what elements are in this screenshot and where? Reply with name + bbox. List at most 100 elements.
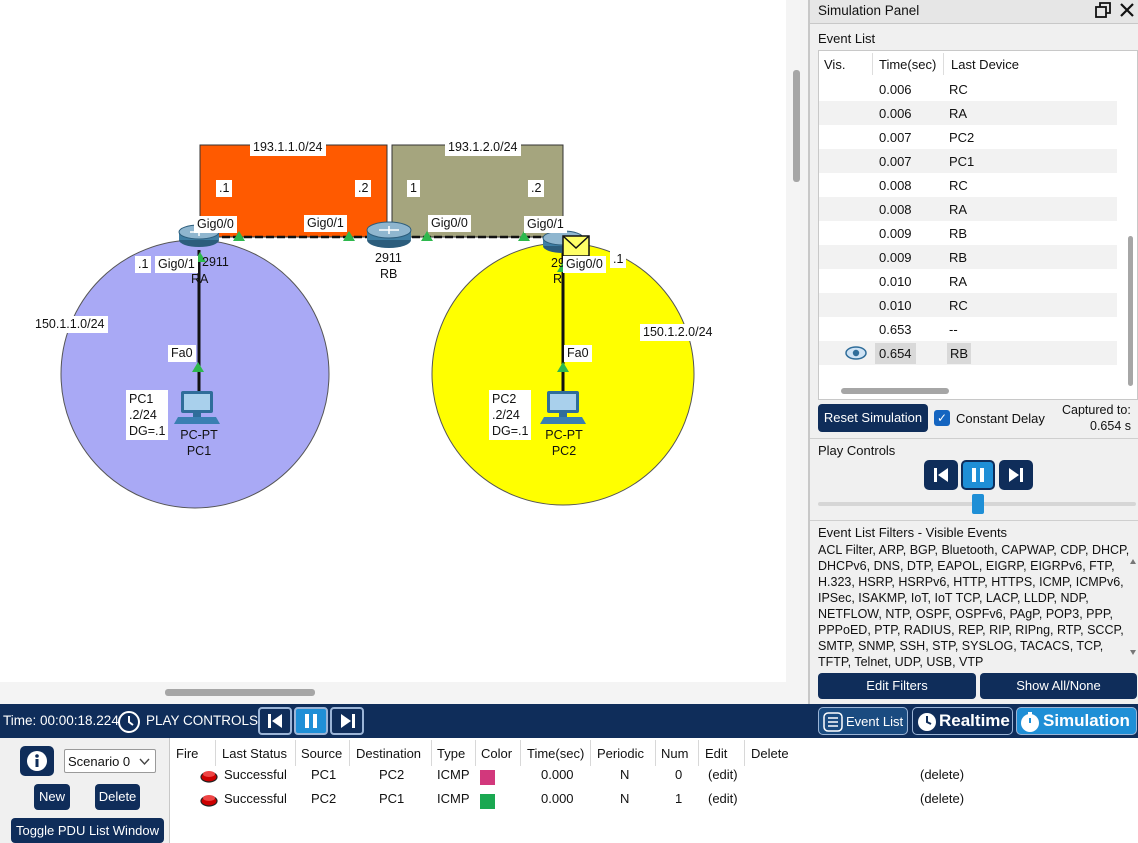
event-time: 0.010 <box>879 298 912 313</box>
wan2-network-label: 193.1.2.0/24 <box>445 139 521 156</box>
panel-title: Simulation Panel <box>818 3 920 18</box>
pc2-note-ip: .2/24 <box>492 408 520 422</box>
time-column-header[interactable]: Time(sec) <box>879 57 936 72</box>
realtime-mode-button[interactable]: Realtime <box>912 707 1013 735</box>
event-time: 0.010 <box>879 274 912 289</box>
workspace-vertical-scroll-thumb[interactable] <box>793 70 800 182</box>
pause-button[interactable] <box>961 460 995 490</box>
event-row[interactable]: 0.008 RC <box>819 173 1117 197</box>
event-list-toggle-button[interactable]: Event List <box>818 707 908 735</box>
event-list-table[interactable]: Vis. Time(sec) Last Device 0.006 RC 0.006 R… <box>818 50 1138 400</box>
pdu-color-swatch <box>480 770 495 785</box>
event-last-device: RC <box>949 298 968 313</box>
step-forward-icon <box>1009 468 1023 482</box>
fire-pdu-icon[interactable] <box>199 769 219 786</box>
event-list-hscroll-thumb[interactable] <box>841 388 949 394</box>
restore-window-icon[interactable] <box>1094 1 1112 24</box>
delete-scenario-button[interactable]: Delete <box>95 784 140 810</box>
simulation-mode-button[interactable]: Simulation <box>1016 707 1137 735</box>
pdu-col-num[interactable]: Num <box>661 746 688 761</box>
pc2-type-label: PC-PT <box>545 428 583 442</box>
scenario-select[interactable]: Scenario 0 <box>64 749 156 773</box>
workspace-horizontal-scrollbar[interactable] <box>0 682 786 704</box>
event-list-icon <box>823 712 843 732</box>
rb-name-label: RB <box>380 267 398 281</box>
pdu-col-fire[interactable]: Fire <box>176 746 198 761</box>
pc1-note: PC1 .2/24 DG=.1 <box>126 390 169 440</box>
step-back-button[interactable] <box>924 460 958 490</box>
pdu-col-periodic[interactable]: Periodic <box>597 746 644 761</box>
pdu-col-destination[interactable]: Destination <box>356 746 421 761</box>
reset-simulation-button[interactable]: Reset Simulation <box>818 404 928 432</box>
pdu-envelope-icon[interactable] <box>562 235 590 257</box>
pdu-delete-link[interactable]: (delete) <box>920 791 964 806</box>
vis-column-header[interactable]: Vis. <box>824 57 845 72</box>
ra-gig00-port-label: Gig0/0 <box>194 216 237 233</box>
pdu-col-color[interactable]: Color <box>481 746 512 761</box>
edit-filters-button[interactable]: Edit Filters <box>818 673 976 699</box>
event-row[interactable]: 0.653 -- <box>819 317 1117 341</box>
play-speed-slider-knob[interactable] <box>972 494 984 514</box>
step-forward-button[interactable] <box>999 460 1033 490</box>
pdu-col-delete[interactable]: Delete <box>751 746 789 761</box>
event-row[interactable]: 0.007 PC2 <box>819 125 1117 149</box>
topology-canvas[interactable] <box>0 0 786 682</box>
play-controls-heading: Play Controls <box>818 443 896 458</box>
bar-pause-button[interactable] <box>294 707 328 735</box>
device-column-header[interactable]: Last Device <box>951 57 1019 72</box>
event-row[interactable]: 0.007 PC1 <box>819 149 1117 173</box>
event-row[interactable]: 0.010 RA <box>819 269 1117 293</box>
event-time: 0.006 <box>879 106 912 121</box>
step-forward-icon <box>341 714 355 728</box>
toggle-pdu-list-button[interactable]: Toggle PDU List Window <box>11 818 164 843</box>
event-row[interactable]: 0.006 RC <box>819 77 1117 101</box>
wan2-rc-host-label: .2 <box>528 180 545 197</box>
event-row[interactable]: 0.006 RA <box>819 101 1117 125</box>
show-all-none-button[interactable]: Show All/None <box>980 673 1137 699</box>
filters-scrollbar[interactable] <box>1128 540 1138 670</box>
wan2-rb-host-label: 1 <box>407 180 420 197</box>
pdu-col-type[interactable]: Type <box>437 746 465 761</box>
pdu-type: ICMP <box>437 791 470 806</box>
close-icon[interactable] <box>1118 1 1136 24</box>
fire-pdu-icon[interactable] <box>199 793 219 810</box>
event-list-horizontal-scrollbar[interactable] <box>819 383 1119 399</box>
constant-delay-checkbox[interactable]: ✓ <box>934 410 950 426</box>
reset-time-button[interactable] <box>116 709 142 738</box>
bar-step-back-button[interactable] <box>258 707 292 735</box>
rc-gig00-port-label: Gig0/0 <box>563 256 606 273</box>
lan1-gateway-host-label: .1 <box>135 256 152 273</box>
event-list-vertical-scrollbar[interactable] <box>1124 51 1137 399</box>
event-row[interactable]: 0.010 RC <box>819 293 1117 317</box>
event-last-device: PC2 <box>949 130 975 145</box>
logical-workspace[interactable]: 193.1.1.0/24 193.1.2.0/24 150.1.1.0/24 1… <box>0 0 808 704</box>
event-row[interactable]: 0.654 RB <box>819 341 1117 365</box>
wan1-ra-host-label: .1 <box>216 180 233 197</box>
event-row[interactable]: 0.009 RB <box>819 221 1117 245</box>
event-list-scroll-thumb[interactable] <box>1128 236 1133 386</box>
wan1-rb-host-label: .2 <box>355 180 372 197</box>
event-row[interactable]: 0.009 RB <box>819 245 1117 269</box>
router-rb-icon[interactable] <box>366 221 412 248</box>
constant-delay-label: Constant Delay <box>956 411 1045 426</box>
bar-step-forward-button[interactable] <box>330 707 364 735</box>
pdu-edit-link[interactable]: (edit) <box>708 791 738 806</box>
pdu-col-edit[interactable]: Edit <box>705 746 727 761</box>
pdu-col-last-status[interactable]: Last Status <box>222 746 287 761</box>
event-row[interactable]: 0.008 RA <box>819 197 1117 221</box>
new-scenario-button[interactable]: New <box>34 784 70 810</box>
workspace-vertical-scrollbar[interactable] <box>786 0 808 704</box>
pdu-edit-link[interactable]: (edit) <box>708 767 738 782</box>
pdu-col-source[interactable]: Source <box>301 746 342 761</box>
pdu-periodic: N <box>620 791 630 806</box>
pdu-time: 0.000 <box>541 767 574 782</box>
ra-model-label: 2911 <box>202 255 229 269</box>
pdu-delete-link[interactable]: (delete) <box>920 767 964 782</box>
captured-to-value: 0.654 s <box>1090 419 1132 433</box>
workspace-horizontal-scroll-thumb[interactable] <box>165 689 315 696</box>
info-button[interactable] <box>20 746 54 776</box>
pdu-col-time[interactable]: Time(sec) <box>527 746 584 761</box>
lan1-network-label: 150.1.1.0/24 <box>32 316 108 333</box>
event-time: 0.654 <box>875 343 916 364</box>
simulation-panel: Simulation Panel Event List Vis. Time(se… <box>808 0 1138 704</box>
